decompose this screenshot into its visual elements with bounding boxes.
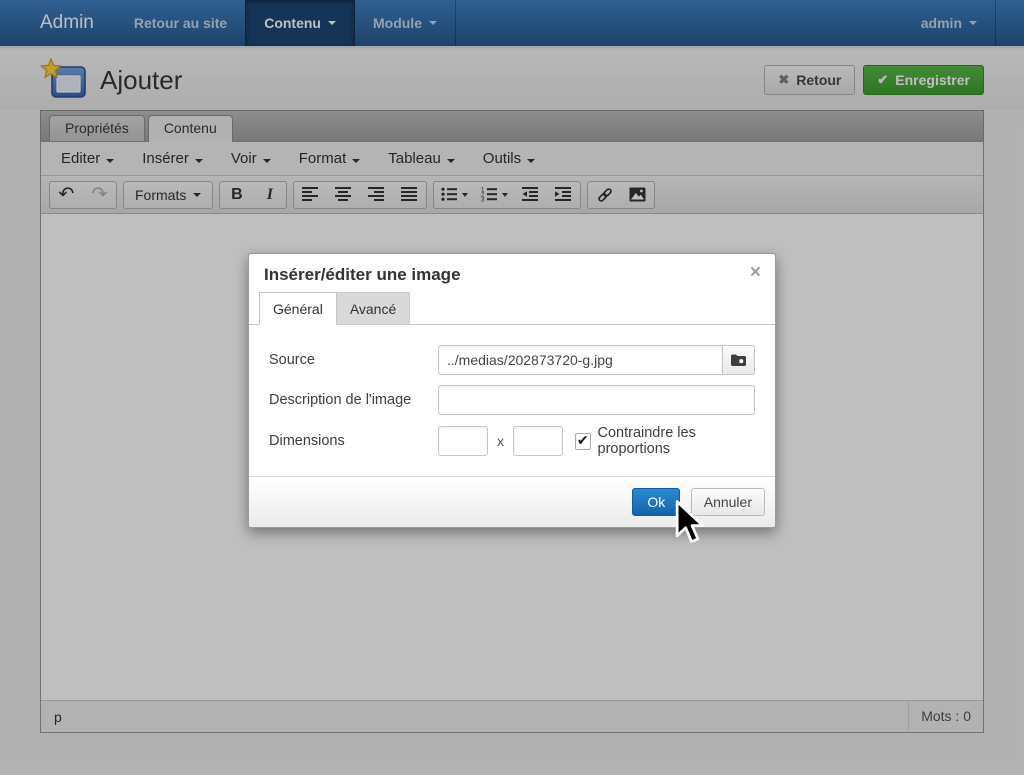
description-input[interactable]	[438, 385, 755, 415]
dimensions-row: Dimensions x ✔ Contraindre les proportio…	[269, 425, 755, 457]
height-input[interactable]	[513, 426, 563, 456]
dialog-body: Source Description de l'image	[249, 325, 775, 476]
dimensions-label: Dimensions	[269, 433, 438, 449]
dimensions-separator: x	[497, 433, 504, 449]
browse-folder-icon	[730, 352, 747, 368]
source-input-group	[438, 345, 755, 375]
description-label: Description de l'image	[269, 392, 438, 408]
constrain-checkbox[interactable]: ✔	[575, 433, 591, 450]
dialog-footer: Ok Annuler	[249, 476, 775, 527]
dialog-tab-general[interactable]: Général	[259, 292, 337, 325]
constrain-label: Contraindre les proportions	[598, 425, 756, 457]
close-icon[interactable]: ×	[750, 263, 761, 282]
ok-button[interactable]: Ok	[632, 488, 680, 516]
admin-page: Admin Retour au site Contenu Module admi…	[0, 0, 1024, 775]
dialog-title: Insérer/éditer une image	[264, 265, 461, 284]
dialog-tabs: Général Avancé	[249, 292, 775, 325]
cancel-button[interactable]: Annuler	[691, 488, 765, 516]
dialog-header[interactable]: Insérer/éditer une image ×	[249, 254, 775, 292]
source-label: Source	[269, 352, 438, 368]
browse-button[interactable]	[723, 345, 755, 375]
insert-image-dialog: Insérer/éditer une image × Général Avanc…	[248, 253, 776, 528]
source-row: Source	[269, 345, 755, 375]
width-input[interactable]	[438, 426, 488, 456]
description-row: Description de l'image	[269, 385, 755, 415]
dialog-tab-avance[interactable]: Avancé	[337, 292, 410, 325]
source-input[interactable]	[438, 345, 723, 375]
checkbox-check-icon: ✔	[577, 434, 589, 448]
